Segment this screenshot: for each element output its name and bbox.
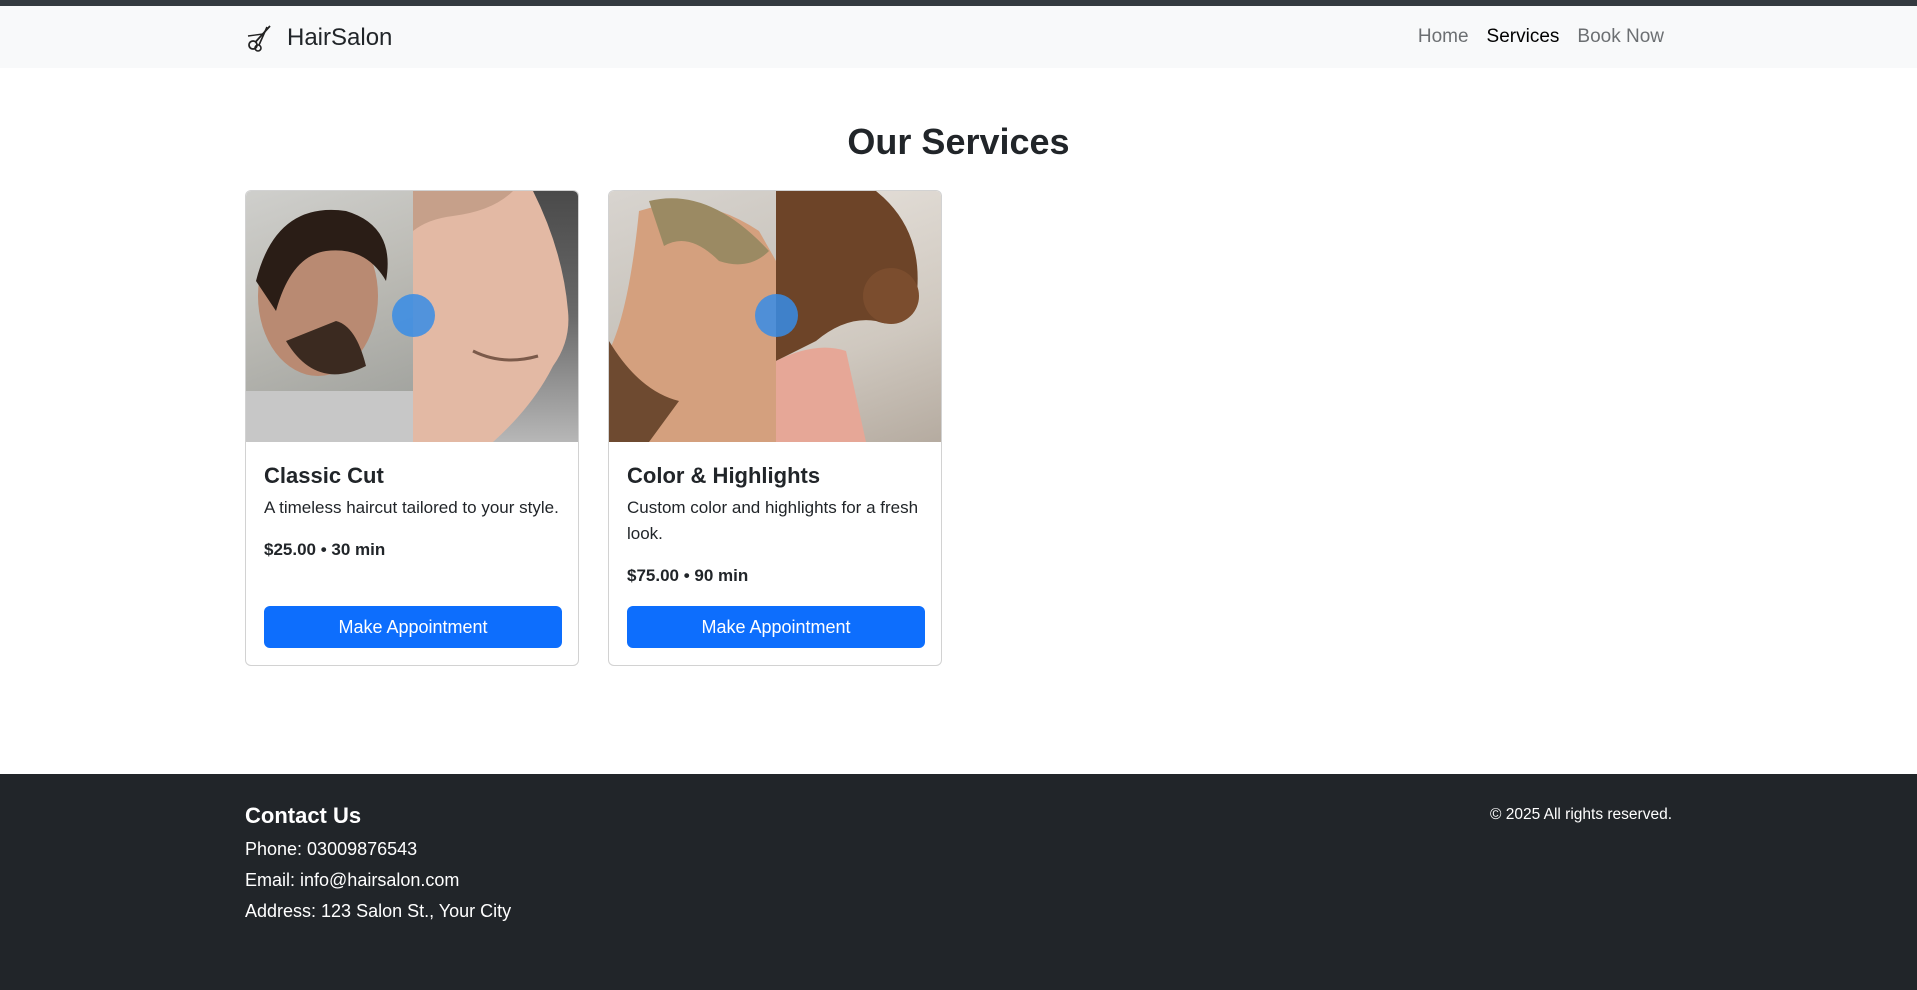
after-image: [776, 191, 941, 442]
service-price: $75.00 • 90 min: [627, 566, 749, 585]
footer-heading: Contact Us: [245, 803, 362, 828]
after-image: [413, 191, 578, 442]
service-description: A timeless haircut tailored to your styl…: [264, 498, 559, 517]
card-body: Color & Highlights Custom color and high…: [609, 442, 941, 607]
page-title: Our Services: [847, 121, 1070, 162]
make-appointment-button[interactable]: Make Appointment: [264, 606, 562, 648]
service-card-classic-cut: Classic Cut A timeless haircut tailored …: [245, 190, 579, 666]
brand-link[interactable]: HairSalon: [245, 22, 392, 54]
comparison-slider-handle[interactable]: [755, 294, 798, 337]
service-price: $25.00 • 30 min: [264, 540, 386, 559]
footer-email: Email: info@hairsalon.com: [245, 870, 460, 890]
footer: Contact Us Phone: 03009876543 Email: inf…: [0, 774, 1917, 990]
before-after-haircut-photo[interactable]: [246, 191, 578, 442]
footer-phone: Phone: 03009876543: [245, 839, 418, 859]
service-title: Color & Highlights: [627, 463, 821, 488]
card-body: Classic Cut A timeless haircut tailored …: [246, 442, 578, 581]
before-image: [246, 191, 413, 442]
service-description: Custom color and highlights for a fresh …: [627, 498, 919, 543]
footer-address: Address: 123 Salon St., Your City: [245, 901, 512, 921]
comparison-slider-handle[interactable]: [392, 294, 435, 337]
scissors-icon: [247, 25, 271, 52]
before-image: [609, 191, 776, 442]
nav-link-book-now[interactable]: Book Now: [1577, 26, 1664, 48]
navbar: HairSalon Home Services Book Now: [0, 6, 1917, 68]
before-after-hair-color-photo[interactable]: [609, 191, 941, 442]
nav-link-services[interactable]: Services: [1487, 26, 1560, 48]
brand-name: HairSalon: [287, 24, 393, 51]
service-title: Classic Cut: [264, 463, 384, 488]
nav-links: Home Services Book Now: [1418, 26, 1664, 48]
make-appointment-button[interactable]: Make Appointment: [627, 606, 925, 648]
nav-link-home[interactable]: Home: [1418, 26, 1469, 48]
footer-copyright: © 2025 All rights reserved.: [1489, 806, 1672, 823]
service-card-color-highlights: Color & Highlights Custom color and high…: [608, 190, 942, 666]
